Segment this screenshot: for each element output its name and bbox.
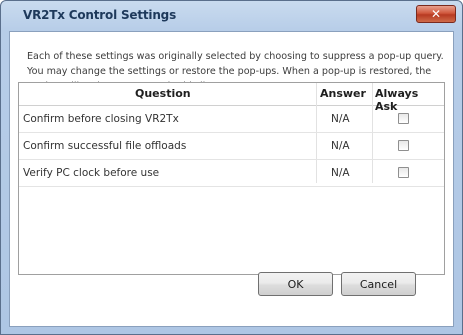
question-cell: Verify PC clock before use [23, 167, 160, 179]
answer-cell: N/A [331, 167, 350, 179]
ok-button[interactable]: OK [258, 272, 333, 296]
answer-cell: N/A [331, 140, 350, 152]
answer-cell: N/A [331, 113, 350, 125]
settings-grid: Question Answer Always Ask Confirm befor… [18, 82, 445, 275]
close-icon: ✕ [430, 7, 442, 21]
dialog-title: VR2Tx Control Settings [23, 8, 177, 22]
close-button[interactable]: ✕ [416, 5, 456, 23]
always-ask-checkbox[interactable] [398, 140, 409, 151]
question-cell: Confirm successful file offloads [23, 140, 187, 152]
settings-dialog: VR2Tx Control Settings ✕ Each of these s… [0, 0, 463, 335]
grid-header: Question Answer Always Ask [19, 83, 444, 113]
column-header-answer[interactable]: Answer [320, 87, 366, 100]
table-row[interactable]: Confirm before closing VR2Tx N/A [19, 106, 444, 133]
table-row[interactable]: Verify PC clock before use N/A [19, 160, 444, 187]
column-header-question[interactable]: Question [135, 87, 191, 100]
table-row[interactable]: Confirm successful file offloads N/A [19, 133, 444, 160]
always-ask-checkbox[interactable] [398, 167, 409, 178]
cancel-button[interactable]: Cancel [341, 272, 416, 296]
question-cell: Confirm before closing VR2Tx [23, 113, 179, 125]
always-ask-checkbox[interactable] [398, 113, 409, 124]
title-bar[interactable]: VR2Tx Control Settings ✕ [1, 1, 462, 31]
